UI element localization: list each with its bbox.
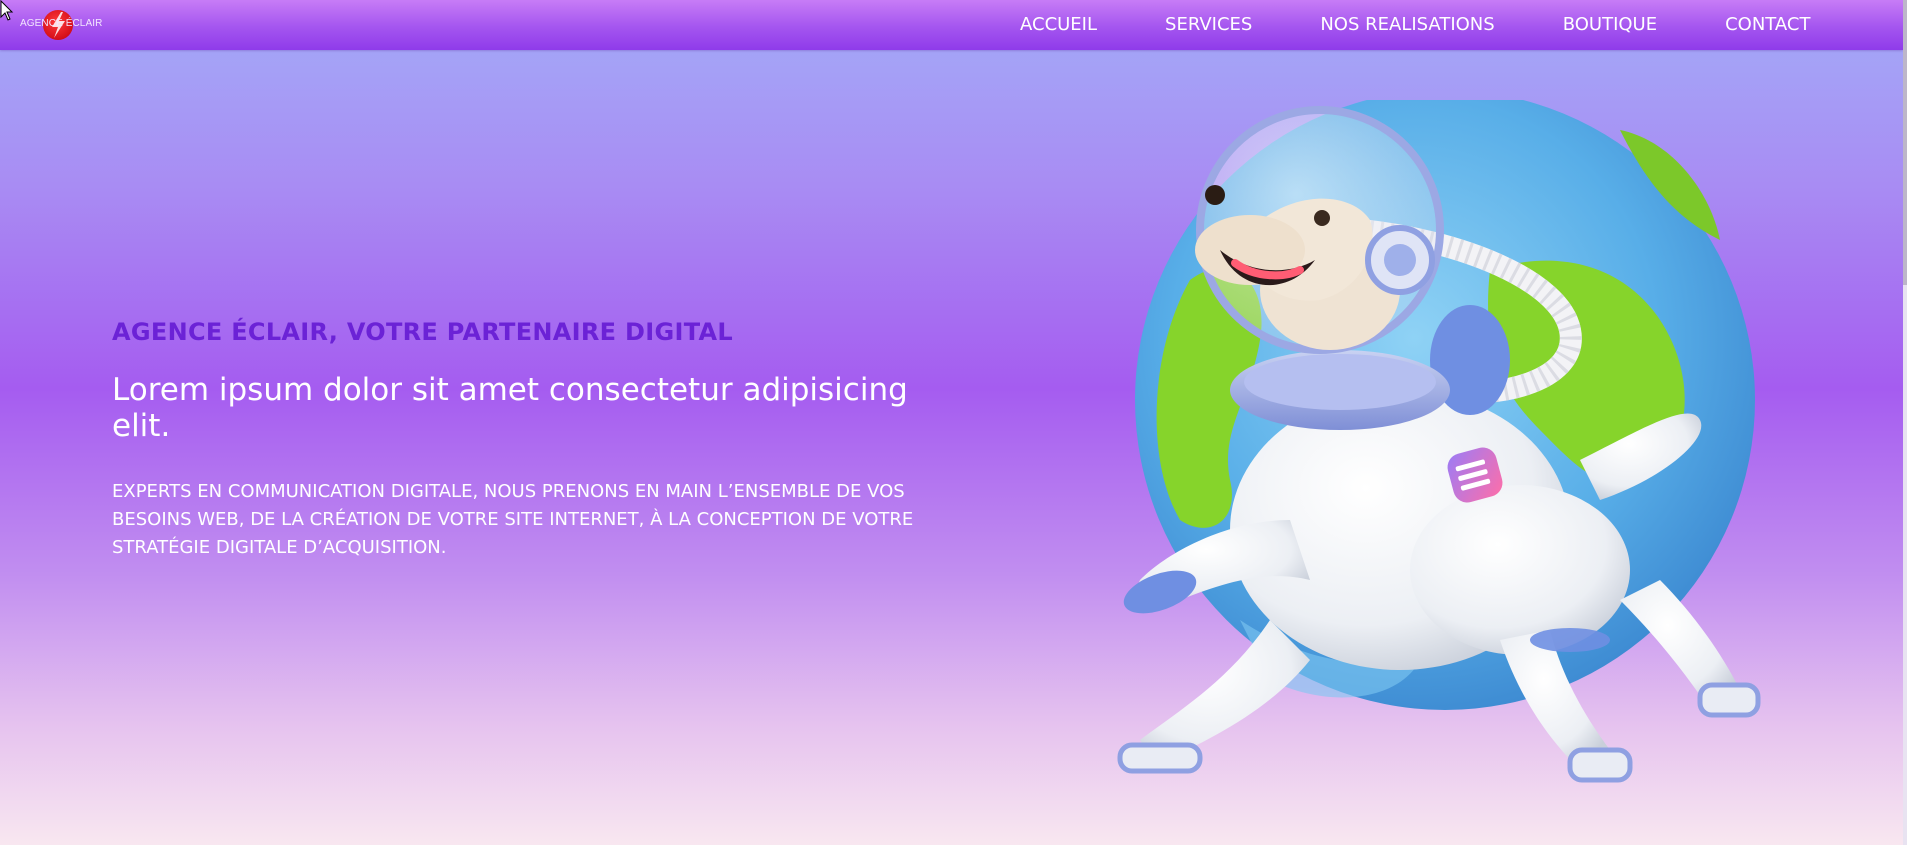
main-nav: ACCUEIL SERVICES NOS REALISATIONS BOUTIQ…: [1020, 0, 1810, 50]
site-header: AGENCE ÉCLAIR ACCUEIL SERVICES NOS REALI…: [0, 0, 1903, 50]
nav-item-nos-realisations[interactable]: NOS REALISATIONS: [1320, 15, 1494, 35]
logo-text: AGENCE ÉCLAIR: [20, 18, 103, 29]
astronaut-dog-globe-illustration: [1117, 100, 1761, 783]
nav-item-accueil[interactable]: ACCUEIL: [1020, 15, 1097, 35]
hero-section: AGENCE ÉCLAIR, VOTRE PARTENAIRE DIGITAL …: [112, 318, 952, 562]
hero-description: EXPERTS EN COMMUNICATION DIGITALE, NOUS …: [112, 481, 914, 558]
nav-item-services[interactable]: SERVICES: [1165, 15, 1252, 35]
nav-item-contact[interactable]: CONTACT: [1725, 15, 1810, 35]
hero-headline: Lorem ipsum dolor sit amet consectetur a…: [112, 372, 908, 444]
logo-link[interactable]: AGENCE ÉCLAIR: [20, 9, 103, 41]
page-scrollbar[interactable]: [1903, 0, 1907, 845]
nav-item-boutique[interactable]: BOUTIQUE: [1563, 15, 1657, 35]
hero-kicker: AGENCE ÉCLAIR, VOTRE PARTENAIRE DIGITAL: [112, 318, 733, 346]
scrollbar-thumb[interactable]: [1903, 0, 1907, 285]
mouse-cursor-icon: [0, 0, 14, 21]
